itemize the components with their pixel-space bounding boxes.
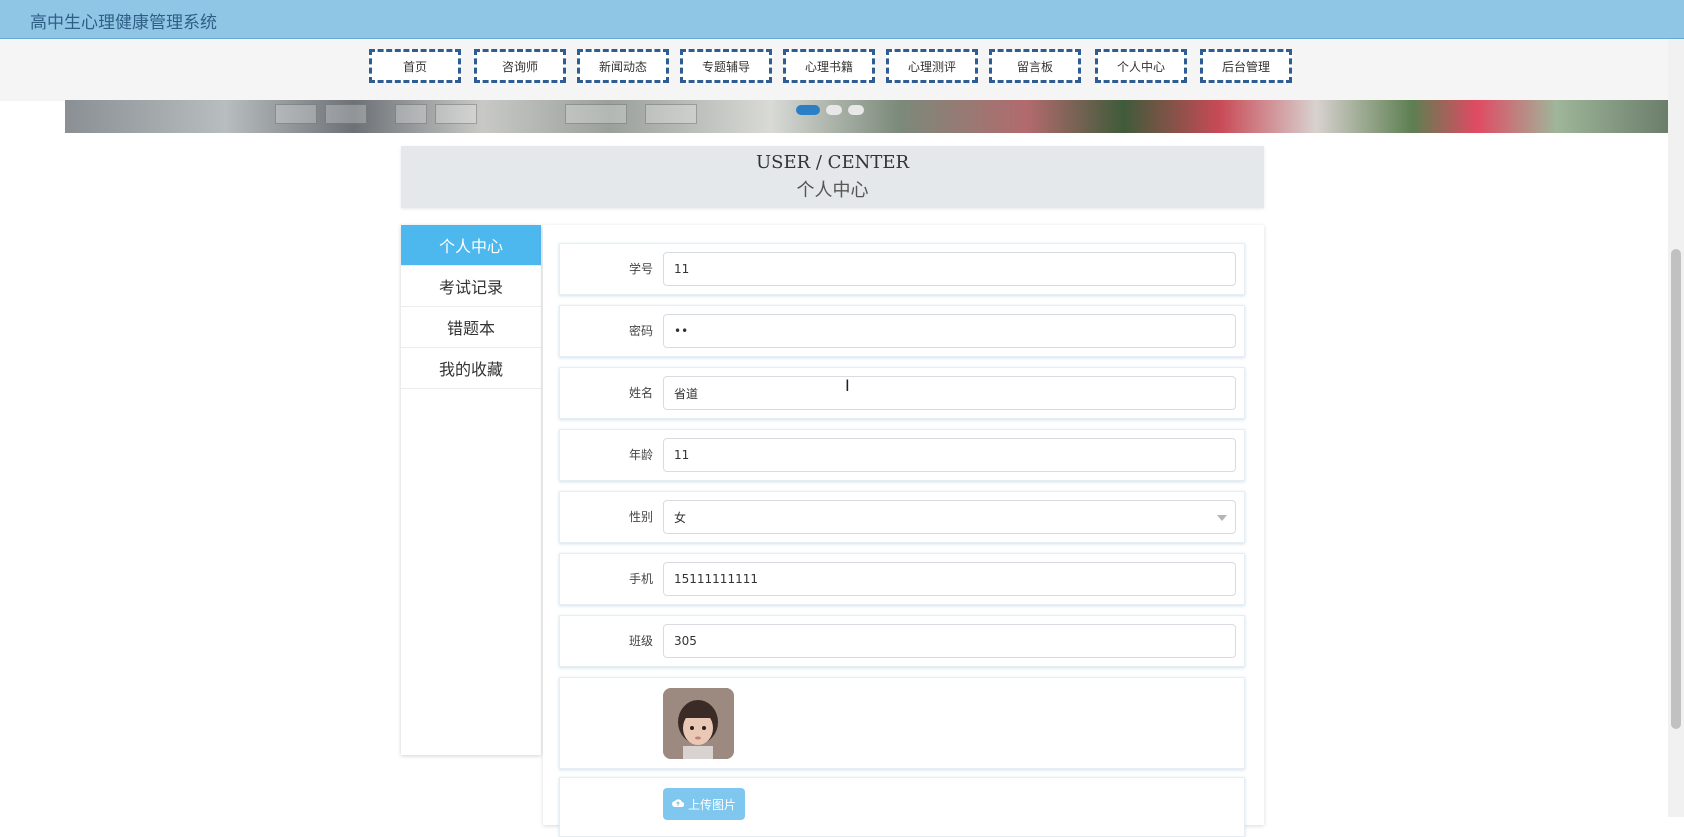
page-scrollbar-thumb[interactable]	[1671, 249, 1681, 729]
form-row-gender: 性别 女	[559, 491, 1245, 543]
nav-home[interactable]: 首页	[369, 49, 461, 83]
phone-input[interactable]	[663, 562, 1236, 596]
carousel-dots	[796, 105, 864, 115]
gender-label: 性别	[628, 510, 653, 524]
age-input[interactable]	[663, 438, 1236, 472]
form-row-age: 年龄	[559, 429, 1245, 481]
page-heading: USER / CENTER 个人中心	[401, 146, 1264, 208]
password-label: 密码	[628, 324, 653, 338]
name-label: 姓名	[628, 386, 653, 400]
sidebar-item-favorites[interactable]: 我的收藏	[401, 348, 541, 389]
student-id-label: 学号	[628, 262, 653, 276]
name-input[interactable]	[663, 376, 1236, 410]
class-label: 班级	[628, 634, 653, 648]
sidebar-item-exam-records[interactable]: 考试记录	[401, 266, 541, 307]
form-row-upload: 上传图片	[559, 777, 1245, 837]
class-input[interactable]	[663, 624, 1236, 658]
nav-topic[interactable]: 专题辅导	[680, 49, 772, 83]
nav-admin[interactable]: 后台管理	[1200, 49, 1292, 83]
carousel-dot-3[interactable]	[848, 105, 864, 115]
carousel-banner[interactable]	[65, 100, 1669, 133]
form-row-name: 姓名	[559, 367, 1245, 419]
sidebar: 个人中心 考试记录 错题本 我的收藏	[401, 225, 541, 755]
page-heading-cn: 个人中心	[796, 180, 869, 201]
form-row-password: 密码	[559, 305, 1245, 357]
nav-assessment[interactable]: 心理测评	[886, 49, 978, 83]
form-row-phone: 手机	[559, 553, 1245, 605]
main-nav: 首页 咨询师 新闻动态 专题辅导 心理书籍 心理测评 留言板 个人中心 后台管理	[0, 39, 1684, 101]
text-cursor-icon: I	[845, 376, 850, 395]
form-row-class: 班级	[559, 615, 1245, 667]
sidebar-item-user-center[interactable]: 个人中心	[401, 225, 541, 266]
carousel-dot-2[interactable]	[826, 105, 842, 115]
nav-messages[interactable]: 留言板	[989, 49, 1081, 83]
avatar	[663, 688, 734, 759]
app-title: 高中生心理健康管理系统	[30, 13, 217, 33]
profile-form: 学号 密码 姓名 年龄 性别 女 手机 班级	[543, 225, 1264, 837]
top-header: 高中生心理健康管理系统	[0, 0, 1684, 39]
upload-image-label: 上传图片	[687, 797, 736, 812]
upload-image-button[interactable]: 上传图片	[663, 788, 745, 820]
page-scrollbar[interactable]	[1668, 39, 1684, 817]
phone-label: 手机	[628, 572, 653, 586]
nav-counselor[interactable]: 咨询师	[474, 49, 566, 83]
cloud-upload-icon	[671, 797, 685, 811]
gender-select[interactable]: 女	[663, 500, 1236, 534]
form-row-avatar	[559, 677, 1245, 769]
password-input[interactable]	[663, 314, 1236, 348]
sidebar-item-wrong-questions[interactable]: 错题本	[401, 307, 541, 348]
carousel-dot-1[interactable]	[796, 105, 820, 115]
nav-user-center[interactable]: 个人中心	[1095, 49, 1187, 83]
page-heading-en: USER / CENTER	[755, 152, 910, 173]
chevron-down-icon	[1217, 515, 1227, 521]
age-label: 年龄	[628, 448, 653, 462]
student-id-input[interactable]	[663, 252, 1236, 286]
gender-select-value: 女	[674, 510, 687, 525]
form-row-student-id: 学号	[559, 243, 1245, 295]
nav-news[interactable]: 新闻动态	[577, 49, 669, 83]
nav-books[interactable]: 心理书籍	[783, 49, 875, 83]
